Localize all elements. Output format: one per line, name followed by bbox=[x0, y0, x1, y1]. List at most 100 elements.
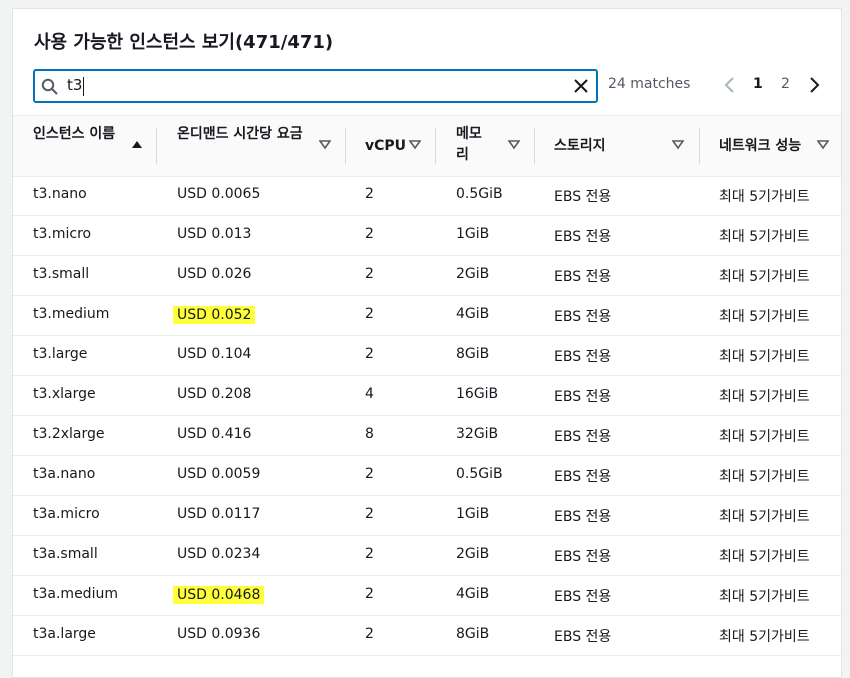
cell-instance-name: t3.medium bbox=[33, 306, 110, 322]
sort-dropdown-icon[interactable] bbox=[409, 138, 421, 150]
cell-network: 최대 5기가비트 bbox=[719, 509, 810, 525]
table-row[interactable]: t3.large USD 0.104 2 8GiB EBS 전용 최대 5기가비트 bbox=[13, 336, 841, 376]
cell-storage: EBS 전용 bbox=[554, 509, 612, 525]
cell-network: 최대 5기가비트 bbox=[719, 269, 810, 285]
search-icon bbox=[41, 78, 58, 95]
cell-price: USD 0.0059 bbox=[177, 466, 261, 482]
cell-storage: EBS 전용 bbox=[554, 629, 612, 645]
cell-memory: 4GiB bbox=[456, 306, 490, 322]
cell-price: USD 0.208 bbox=[177, 386, 252, 402]
cell-storage: EBS 전용 bbox=[554, 229, 612, 245]
table-row[interactable]: t3a.medium USD 0.0468 2 4GiB EBS 전용 최대 5기가비트 bbox=[13, 576, 841, 616]
cell-price: USD 0.0468 bbox=[173, 586, 265, 604]
page-1-button[interactable]: 1 bbox=[753, 76, 763, 92]
cell-vcpu: 2 bbox=[365, 466, 374, 482]
clear-search-icon[interactable] bbox=[572, 77, 590, 95]
sort-ascending-icon[interactable] bbox=[131, 138, 143, 150]
column-header-label: 온디맨드 시간당 요금 bbox=[177, 126, 303, 142]
cell-instance-name: t3.small bbox=[33, 266, 90, 282]
cell-network: 최대 5기가비트 bbox=[719, 549, 810, 565]
previous-page-icon[interactable] bbox=[720, 73, 740, 97]
sort-dropdown-icon[interactable] bbox=[319, 138, 331, 150]
cell-vcpu: 2 bbox=[365, 586, 374, 602]
table-row[interactable]: t3a.large USD 0.0936 2 8GiB EBS 전용 최대 5기가비트 bbox=[13, 616, 841, 656]
cell-price: USD 0.013 bbox=[177, 226, 252, 242]
table-row[interactable]: t3.small USD 0.026 2 2GiB EBS 전용 최대 5기가비트 bbox=[13, 256, 841, 296]
cell-network: 최대 5기가비트 bbox=[719, 189, 810, 205]
cell-memory: 8GiB bbox=[456, 626, 490, 642]
cell-price: USD 0.0234 bbox=[177, 546, 261, 562]
column-separator bbox=[534, 128, 535, 164]
cell-network: 최대 5기가비트 bbox=[719, 589, 810, 605]
column-separator bbox=[345, 128, 346, 164]
column-header-instance-name[interactable]: 인스턴스 이름 bbox=[33, 116, 157, 176]
table-row[interactable]: t3a.micro USD 0.0117 2 1GiB EBS 전용 최대 5기가비트 bbox=[13, 496, 841, 536]
sort-dropdown-icon[interactable] bbox=[508, 138, 520, 150]
cell-memory: 1GiB bbox=[456, 506, 490, 522]
cell-storage: EBS 전용 bbox=[554, 469, 612, 485]
cell-network: 최대 5기가비트 bbox=[719, 309, 810, 325]
column-header-label: 네트워크 성능 bbox=[719, 138, 802, 154]
cell-storage: EBS 전용 bbox=[554, 429, 612, 445]
page-2-button[interactable]: 2 bbox=[781, 76, 790, 92]
instance-table-panel: 사용 가능한 인스턴스 보기(471/471) t3 24 matches 1 … bbox=[12, 8, 842, 678]
cell-storage: EBS 전용 bbox=[554, 309, 612, 325]
column-header-label: 메모리 bbox=[456, 126, 482, 163]
column-separator bbox=[699, 128, 700, 164]
cell-vcpu: 2 bbox=[365, 226, 374, 242]
cell-vcpu: 8 bbox=[365, 426, 374, 442]
matches-count: 24 matches bbox=[608, 76, 691, 92]
cell-instance-name: t3a.nano bbox=[33, 466, 96, 482]
cell-price: USD 0.0065 bbox=[177, 186, 261, 202]
cell-price: USD 0.026 bbox=[177, 266, 252, 282]
cell-network: 최대 5기가비트 bbox=[719, 389, 810, 405]
cell-vcpu: 2 bbox=[365, 346, 374, 362]
column-header-memory[interactable]: 메모리 bbox=[456, 116, 534, 176]
table-row[interactable]: t3.nano USD 0.0065 2 0.5GiB EBS 전용 최대 5기가비트 bbox=[13, 176, 841, 216]
cell-memory: 32GiB bbox=[456, 426, 499, 442]
cell-storage: EBS 전용 bbox=[554, 189, 612, 205]
table-row[interactable]: t3.xlarge USD 0.208 4 16GiB EBS 전용 최대 5기가비트 bbox=[13, 376, 841, 416]
column-header-storage[interactable]: 스토리지 bbox=[554, 116, 699, 176]
cell-vcpu: 4 bbox=[365, 386, 374, 402]
column-header-network[interactable]: 네트워크 성능 bbox=[719, 116, 839, 176]
column-header-vcpu[interactable]: vCPU bbox=[365, 116, 435, 176]
sort-dropdown-icon[interactable] bbox=[672, 138, 684, 150]
next-page-icon[interactable] bbox=[804, 73, 824, 97]
cell-network: 최대 5기가비트 bbox=[719, 469, 810, 485]
cell-instance-name: t3a.medium bbox=[33, 586, 118, 602]
cell-price: USD 0.052 bbox=[173, 306, 256, 324]
cell-vcpu: 2 bbox=[365, 546, 374, 562]
table-row[interactable]: t3.2xlarge USD 0.416 8 32GiB EBS 전용 최대 5기가비트 bbox=[13, 416, 841, 456]
cell-instance-name: t3.nano bbox=[33, 186, 87, 202]
search-input[interactable]: t3 bbox=[67, 76, 82, 94]
cell-instance-name: t3.xlarge bbox=[33, 386, 96, 402]
table-row[interactable]: t3.micro USD 0.013 2 1GiB EBS 전용 최대 5기가비트 bbox=[13, 216, 841, 256]
cell-network: 최대 5기가비트 bbox=[719, 349, 810, 365]
cell-storage: EBS 전용 bbox=[554, 549, 612, 565]
column-header-label: 스토리지 bbox=[554, 138, 606, 154]
column-separator bbox=[156, 128, 157, 164]
text-cursor bbox=[83, 77, 84, 96]
column-header-on-demand-price[interactable]: 온디맨드 시간당 요금 bbox=[177, 116, 345, 176]
cell-network: 최대 5기가비트 bbox=[719, 429, 810, 445]
table-header: 인스턴스 이름 온디맨드 시간당 요금 vCPU 메모리 스토리지 네트워크 성… bbox=[13, 115, 841, 177]
cell-instance-name: t3.micro bbox=[33, 226, 92, 242]
search-field[interactable]: t3 bbox=[33, 69, 598, 103]
cell-price: USD 0.0117 bbox=[177, 506, 261, 522]
table-row[interactable]: t3.medium USD 0.052 2 4GiB EBS 전용 최대 5기가비트 bbox=[13, 296, 841, 336]
column-header-label: vCPU bbox=[365, 138, 407, 154]
cell-vcpu: 2 bbox=[365, 506, 374, 522]
cell-price: USD 0.416 bbox=[177, 426, 252, 442]
sort-dropdown-icon[interactable] bbox=[817, 138, 829, 150]
cell-vcpu: 2 bbox=[365, 306, 374, 322]
table-row[interactable]: t3a.nano USD 0.0059 2 0.5GiB EBS 전용 최대 5기가비트 bbox=[13, 456, 841, 496]
cell-memory: 2GiB bbox=[456, 266, 490, 282]
cell-storage: EBS 전용 bbox=[554, 349, 612, 365]
cell-storage: EBS 전용 bbox=[554, 389, 612, 405]
cell-storage: EBS 전용 bbox=[554, 589, 612, 605]
cell-memory: 8GiB bbox=[456, 346, 490, 362]
table-row[interactable]: t3a.small USD 0.0234 2 2GiB EBS 전용 최대 5기가비트 bbox=[13, 536, 841, 576]
cell-vcpu: 2 bbox=[365, 186, 374, 202]
cell-instance-name: t3.2xlarge bbox=[33, 426, 105, 442]
